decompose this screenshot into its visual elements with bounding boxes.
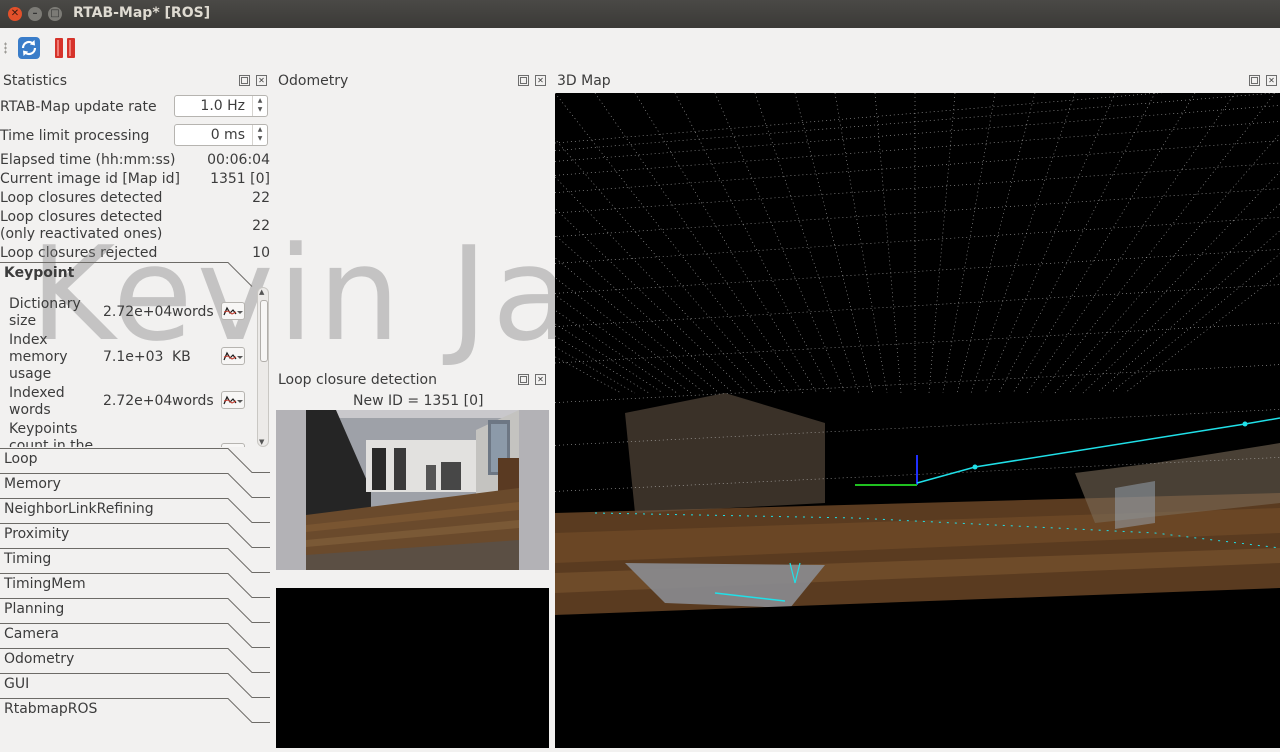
toolbar-grip[interactable] — [4, 42, 7, 54]
scroll-down-icon[interactable]: ▼ — [259, 438, 264, 446]
tab-rtabmapros[interactable]: RtabmapROS — [0, 698, 270, 723]
tab-label: GUI — [4, 676, 30, 692]
loop-closure-dock-title: Loop closure detection — [278, 372, 437, 388]
minimize-window-button[interactable]: – — [28, 7, 42, 21]
indexed-words-label: Indexed words — [9, 385, 65, 418]
tab-label: RtabmapROS — [4, 701, 98, 717]
odometry-close-button[interactable] — [535, 75, 546, 86]
tab-label: TimingMem — [4, 576, 86, 592]
loop-closures-reactivated-value: 22 — [252, 218, 270, 234]
pause-icon — [55, 38, 75, 58]
plot-icon — [223, 395, 243, 405]
loop-closures-reactivated-label-2: (only reactivated ones) — [0, 226, 163, 242]
close-window-button[interactable]: ✕ — [8, 7, 22, 21]
keypoints-count-label: Keypoints count in the — [9, 421, 94, 447]
loop-closures-rejected-label: Loop closures rejected — [0, 245, 158, 261]
current-image-id-value: 1351 [0] — [210, 171, 270, 187]
maximize-window-button[interactable]: □ — [48, 7, 62, 21]
odometry-dock-title: Odometry — [278, 73, 349, 89]
tab-keypoint[interactable]: Keypoint — [0, 262, 270, 287]
tab-label: Timing — [4, 551, 52, 567]
tab-label: Odometry — [4, 651, 75, 667]
statistics-close-button[interactable] — [256, 75, 267, 86]
statistics-dock-title: Statistics — [3, 73, 67, 89]
update-rate-value: 1.0 Hz — [200, 98, 245, 114]
plot-button[interactable] — [221, 302, 245, 320]
tab-label: Proximity — [4, 526, 70, 542]
indexed-words-value: 2.72e+04 — [103, 393, 173, 409]
odometry-view[interactable] — [276, 588, 549, 748]
time-limit-spinbox[interactable]: 0 ms ▲ ▼ — [174, 124, 268, 146]
tab-label: NeighborLinkRefining — [4, 501, 154, 517]
scroll-up-icon[interactable]: ▲ — [259, 288, 264, 296]
tab-proximity[interactable]: Proximity — [0, 523, 270, 548]
time-limit-label: Time limit processing — [0, 128, 150, 144]
spin-arrows-icon[interactable]: ▲ ▼ — [252, 125, 267, 145]
plot-button[interactable] — [221, 391, 245, 409]
loop-closure-image — [276, 410, 549, 570]
loop-closures-rejected-value: 10 — [252, 245, 270, 261]
dictionary-size-label: Dictionary size — [9, 296, 81, 329]
loop-closures-detected-value: 22 — [252, 190, 270, 206]
dictionary-size-unit: words — [172, 304, 214, 320]
scrollbar-thumb[interactable] — [260, 300, 268, 362]
new-id-label: New ID = 1351 [0] — [353, 393, 484, 409]
map3d-float-button[interactable] — [1249, 75, 1260, 86]
update-rate-spinbox[interactable]: 1.0 Hz ▲ ▼ — [174, 95, 268, 117]
tab-camera[interactable]: Camera — [0, 623, 270, 648]
tab-label: Planning — [4, 601, 65, 617]
plot-button[interactable] — [221, 443, 245, 447]
elapsed-time-label: Elapsed time (hh:mm:ss) — [0, 152, 176, 168]
loop-closure-close-button[interactable] — [535, 374, 546, 385]
refresh-icon — [18, 37, 40, 59]
loop-closure-float-button[interactable] — [518, 374, 529, 385]
tab-timingmem[interactable]: TimingMem — [0, 573, 270, 598]
title-bar: ✕ – □ RTAB-Map* [ROS] — [0, 0, 1280, 28]
tab-outline — [0, 673, 270, 698]
spin-arrows-icon[interactable]: ▲ ▼ — [252, 96, 267, 116]
elapsed-time-value: 00:06:04 — [207, 152, 270, 168]
current-image-id-label: Current image id [Map id] — [0, 171, 181, 187]
window-title: RTAB-Map* [ROS] — [73, 5, 211, 21]
loop-closures-reactivated-label: Loop closures detected — [0, 209, 163, 225]
map3d-dock-title: 3D Map — [557, 73, 611, 89]
plot-button[interactable] — [221, 347, 245, 365]
tab-memory[interactable]: Memory — [0, 473, 270, 498]
tab-planning[interactable]: Planning — [0, 598, 270, 623]
toolbar — [0, 28, 1280, 68]
time-limit-value: 0 ms — [210, 127, 245, 143]
refresh-button[interactable] — [17, 36, 41, 60]
tab-gui[interactable]: GUI — [0, 673, 270, 698]
keypoint-panel: Dictionary size 2.72e+04 words Index memor… — [0, 287, 270, 447]
index-memory-usage-label: Index memory usage — [9, 332, 68, 382]
loop-closures-detected-label: Loop closures detected — [0, 190, 163, 206]
tab-outline — [0, 448, 270, 473]
tab-label: Loop — [4, 451, 38, 467]
keypoint-scrollbar[interactable]: ▲ ▼ — [257, 287, 269, 447]
index-memory-usage-value: 7.1e+03 — [103, 349, 164, 365]
indexed-words-unit: words — [172, 393, 214, 409]
tab-timing[interactable]: Timing — [0, 548, 270, 573]
index-memory-usage-unit: KB — [172, 349, 191, 365]
map3d-close-button[interactable] — [1266, 75, 1277, 86]
odometry-float-button[interactable] — [518, 75, 529, 86]
tab-loop[interactable]: Loop — [0, 448, 270, 473]
plot-icon — [223, 351, 243, 361]
tab-odometry[interactable]: Odometry — [0, 648, 270, 673]
pause-button[interactable] — [53, 36, 77, 60]
statistics-float-button[interactable] — [239, 75, 250, 86]
tab-label: Memory — [4, 476, 61, 492]
dictionary-size-value: 2.72e+04 — [103, 304, 173, 320]
plot-icon — [223, 306, 243, 316]
tab-keypoint-label: Keypoint — [4, 265, 75, 281]
tab-neighborlinkrefining[interactable]: NeighborLinkRefining — [0, 498, 270, 523]
map-3d-view[interactable] — [74, 82, 1280, 748]
tab-label: Camera — [4, 626, 59, 642]
update-rate-label: RTAB-Map update rate — [0, 99, 157, 115]
